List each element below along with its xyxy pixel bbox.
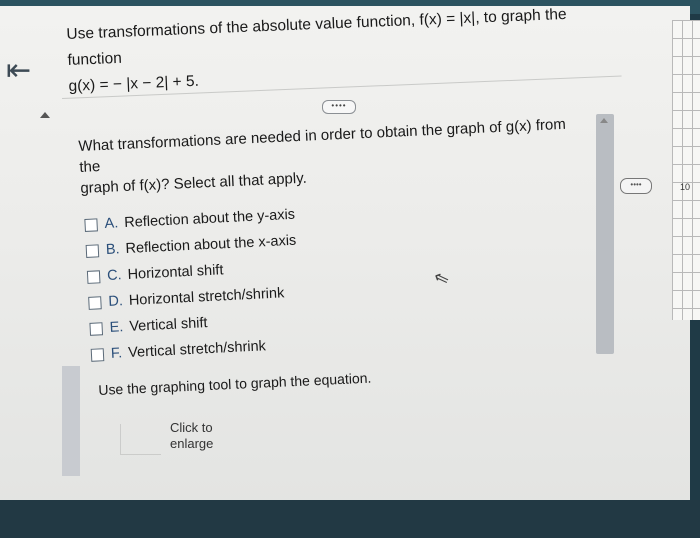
graph-instruction: Use the graphing tool to graph the equat… bbox=[98, 369, 372, 398]
grid-tick-label: 10 bbox=[680, 182, 691, 192]
graph-thumbnail[interactable] bbox=[120, 424, 161, 455]
problem-statement: Use transformations of the absolute valu… bbox=[66, 0, 609, 100]
option-letter: C. bbox=[106, 267, 123, 284]
option-label: Reflection about the x-axis bbox=[125, 232, 297, 258]
option-letter: A. bbox=[104, 215, 119, 232]
option-letter: F. bbox=[110, 345, 123, 362]
enlarge-line-1: Click to bbox=[170, 420, 213, 435]
scroll-up-icon[interactable] bbox=[600, 118, 608, 123]
question-panel: ⇤ Use transformations of the absolute va… bbox=[0, 6, 690, 506]
option-letter: E. bbox=[109, 319, 124, 336]
checkbox[interactable] bbox=[85, 243, 100, 258]
option-letter: B. bbox=[105, 241, 120, 258]
left-scrollbar[interactable] bbox=[62, 366, 80, 476]
answer-options: A. Reflection about the y-axis B. Reflec… bbox=[84, 197, 391, 367]
bottom-border bbox=[0, 500, 700, 538]
option-label: Reflection about the y-axis bbox=[123, 206, 296, 232]
right-scrollbar[interactable] bbox=[596, 114, 614, 354]
enlarge-line-2: enlarge bbox=[170, 436, 214, 451]
checkbox[interactable] bbox=[88, 295, 102, 310]
checkbox[interactable] bbox=[90, 347, 105, 362]
option-letter: D. bbox=[108, 293, 124, 310]
question-prompt: What transformations are needed in order… bbox=[78, 113, 580, 199]
checkbox[interactable] bbox=[89, 321, 104, 336]
click-to-enlarge-link[interactable]: Click to enlarge bbox=[170, 420, 213, 452]
scroll-up-icon[interactable] bbox=[40, 112, 50, 118]
checkbox[interactable] bbox=[86, 269, 101, 284]
expand-button[interactable]: •••• bbox=[322, 100, 356, 114]
checkbox[interactable] bbox=[84, 217, 98, 232]
mouse-pointer-icon: ⇖ bbox=[430, 266, 452, 291]
graph-grid-panel[interactable] bbox=[672, 20, 700, 320]
expand-button[interactable]: •••• bbox=[620, 178, 652, 194]
option-label: Vertical stretch/shrink bbox=[127, 338, 267, 361]
option-label: Horizontal shift bbox=[127, 262, 224, 283]
option-label: Horizontal stretch/shrink bbox=[128, 285, 285, 309]
back-arrow-icon[interactable]: ⇤ bbox=[6, 56, 31, 86]
option-label: Vertical shift bbox=[128, 315, 208, 335]
